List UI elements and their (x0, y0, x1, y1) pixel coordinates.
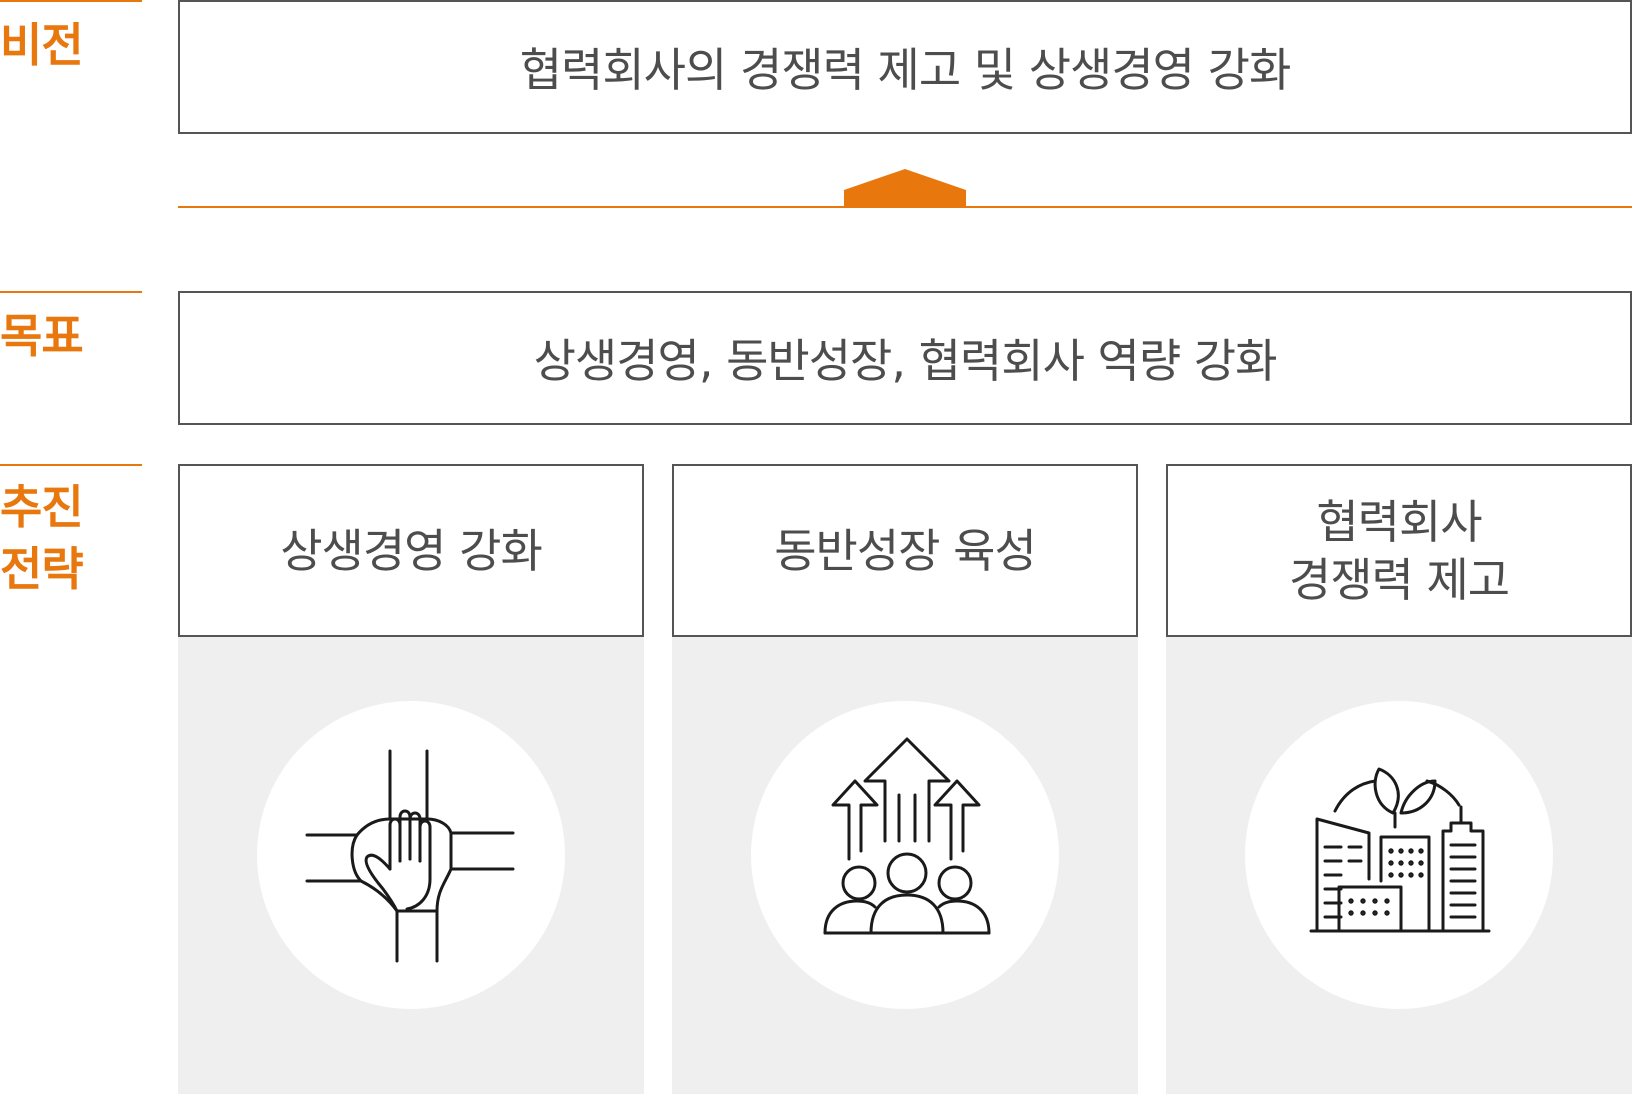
goal-label: 목표 (0, 309, 84, 363)
strategy-label-line1: 추진 (0, 480, 84, 534)
up-arrow-icon (844, 169, 966, 208)
eco-city-buildings-icon (1309, 767, 1491, 933)
goal-box: 상생경영, 동반성장, 협력회사 역량 강화 (178, 291, 1632, 425)
strategy-box-1: 상생경영 강화 (178, 464, 644, 637)
vision-label: 비전 (0, 18, 84, 72)
strategy-2-circle (751, 701, 1059, 1009)
goal-label-rule (0, 291, 142, 293)
strategy-panel-3 (1166, 637, 1632, 1094)
people-growth-arrows-icon (823, 737, 991, 935)
vision-label-rule (0, 0, 142, 2)
vision-box: 협력회사의 경쟁력 제고 및 상생경영 강화 (178, 0, 1632, 134)
strategy-3-circle (1245, 701, 1553, 1009)
strategy-label-line2: 전략 (0, 542, 84, 596)
goal-text: 상생경영, 동반성장, 협력회사 역량 강화 (533, 334, 1278, 388)
strategy-3-title-line2: 경쟁력 제고 (1288, 552, 1510, 607)
strategy-box-3: 협력회사 경쟁력 제고 (1166, 464, 1632, 637)
strategy-panel-2 (672, 637, 1138, 1094)
strategy-2-title: 동반성장 육성 (774, 523, 1037, 578)
strategy-label-rule (0, 464, 142, 466)
strategy-1-circle (257, 701, 565, 1009)
strategy-3-title-line1: 협력회사 (1316, 494, 1482, 549)
strategy-box-2: 동반성장 육성 (672, 464, 1138, 637)
handshake-hands-icon (305, 749, 515, 963)
vision-text: 협력회사의 경쟁력 제고 및 상생경영 강화 (519, 43, 1292, 97)
strategy-1-title: 상생경영 강화 (280, 523, 543, 578)
strategy-panel-1 (178, 637, 644, 1094)
